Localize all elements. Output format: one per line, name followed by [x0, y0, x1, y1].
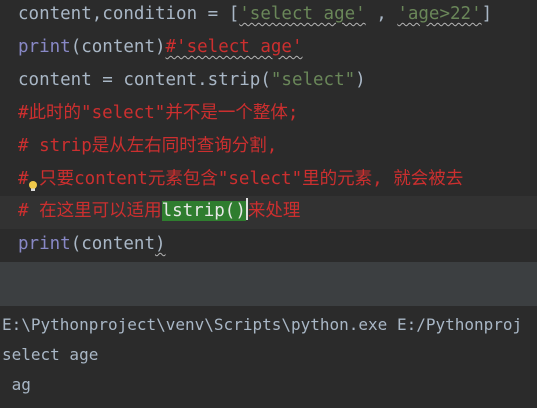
- lightbulb-icon[interactable]: [27, 180, 39, 192]
- console-command-line: E:\Pythonproject\venv\Scripts\python.exe…: [2, 315, 523, 334]
- string-literal: "select": [270, 70, 356, 90]
- run-console[interactable]: E:\Pythonproject\venv\Scripts\python.exe…: [0, 306, 537, 408]
- code-text: ): [154, 234, 166, 254]
- code-text: ]: [481, 4, 493, 24]
- code-text: (content): [70, 37, 166, 57]
- string-literal: 'select age': [239, 4, 366, 24]
- code-line-6[interactable]: # 只要content元素包含"select"里的元素, 就会被去: [18, 164, 463, 197]
- code-line-8[interactable]: print(content): [18, 229, 166, 262]
- code-line-2[interactable]: print(content)#'select age': [18, 32, 302, 65]
- comment: 只要content元素包含"select"里的元素, 就会被去: [28, 169, 464, 189]
- code-text: ,: [365, 4, 398, 24]
- console-output-line: select age: [2, 345, 99, 364]
- code-editor[interactable]: content,condition = ['select age' , 'age…: [0, 0, 537, 262]
- code-line-3[interactable]: content = content.strip("select"): [18, 65, 366, 98]
- code-text: (content: [70, 234, 155, 254]
- code-text: content = content.strip(: [18, 70, 271, 90]
- comment: # 在这里可以适用: [18, 201, 162, 221]
- comment: 来处理: [247, 201, 301, 221]
- code-line-1[interactable]: content,condition = ['select age' , 'age…: [18, 0, 492, 32]
- builtin-print: print: [18, 37, 71, 57]
- comment: #'select age': [165, 37, 303, 57]
- builtin-print: print: [18, 234, 71, 254]
- code-text: ): [355, 70, 366, 90]
- string-literal: 'age>22': [397, 4, 482, 24]
- code-line-4[interactable]: #此时的"select"并不是一个整体;: [18, 98, 298, 131]
- code-line-7-current[interactable]: # 在这里可以适用lstrip() 来处理: [0, 196, 537, 229]
- selected-text[interactable]: lstrip(): [161, 201, 246, 221]
- code-text: content,condition = [: [18, 4, 240, 24]
- panel-separator: [0, 262, 537, 306]
- console-output-line: ag: [2, 375, 31, 394]
- code-line-5[interactable]: # strip是从左右同时查询分割,: [18, 131, 277, 164]
